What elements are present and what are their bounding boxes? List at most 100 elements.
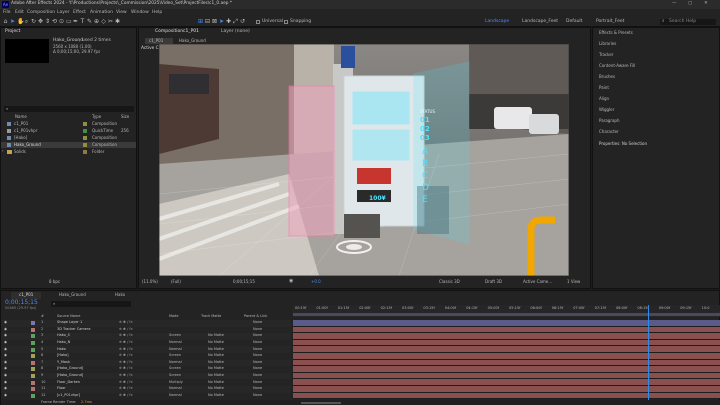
parent-dropdown[interactable]: None <box>253 347 262 352</box>
track-matte-dropdown[interactable]: No Matte <box>208 360 224 365</box>
work-area-bar[interactable] <box>293 313 720 316</box>
label-color[interactable] <box>31 360 35 365</box>
exposure-value[interactable]: +0.0 <box>311 280 321 284</box>
col-size[interactable]: Size <box>121 115 129 119</box>
menu-window[interactable]: Window <box>131 10 149 16</box>
label-color[interactable] <box>31 347 35 352</box>
eye-icon[interactable]: ◉ <box>4 374 7 378</box>
gizmo-icon[interactable]: ✚ <box>226 18 233 25</box>
view-axis-icon[interactable]: ⊠ <box>212 18 219 25</box>
label-color[interactable] <box>31 321 35 326</box>
mode-dropdown[interactable]: Screen <box>169 374 181 378</box>
table-row[interactable]: ◉ 6 [Hako] ⊕ ✱ / fx Screen No Matte None <box>1 353 291 360</box>
hand-tool-icon[interactable]: ✋ <box>17 18 24 25</box>
time-ruler[interactable]: 00:15f 01:00f 01:15f 02:00f 02:15f 03:00f 03:1… <box>293 305 720 317</box>
layer-duration-bar[interactable] <box>293 386 720 393</box>
parent-dropdown[interactable]: None <box>253 387 262 391</box>
menu-file[interactable]: File <box>3 10 11 16</box>
eye-icon[interactable]: ◉ <box>4 380 7 385</box>
track-matte-dropdown[interactable]: No Matte <box>208 334 224 338</box>
snapshot-icon[interactable]: ◉ <box>289 279 293 284</box>
table-row[interactable]: ◉ 1 Shape Layer 1 ⊕ ✱ / fx None <box>1 320 291 327</box>
mode-dropdown[interactable]: Normal <box>169 387 182 391</box>
track-matte-dropdown[interactable]: No Matte <box>208 380 224 385</box>
timeline-tab-c1[interactable]: c1_P01 <box>11 292 41 299</box>
pan-behind-icon[interactable]: ⊙ <box>59 18 66 25</box>
parent-dropdown[interactable]: None <box>253 341 262 345</box>
table-row[interactable]: ◉ 9 [Hako_Ground] ⊕ ✱ / fx Screen No Matte Non… <box>1 372 291 380</box>
col-parent-header[interactable]: Parent & Link <box>244 314 267 319</box>
mode-dropdown[interactable]: Normal <box>169 360 182 365</box>
track-matte-dropdown[interactable]: No Matte <box>208 347 224 352</box>
menu-edit[interactable]: Edit <box>15 10 24 16</box>
chevron-right-icon[interactable]: › <box>2 149 4 153</box>
panel-brushes[interactable]: Brushes <box>599 75 615 79</box>
project-tab[interactable]: Project <box>5 29 20 35</box>
eye-icon[interactable]: ◉ <box>4 354 7 358</box>
table-row[interactable]: ◉ 5 Hako ⊕ ✱ / fx Normal No Matte None <box>1 346 291 353</box>
label-color[interactable] <box>31 374 35 379</box>
pan-tool-icon[interactable]: ✥ <box>38 18 45 25</box>
menu-animation[interactable]: Animation <box>90 10 113 16</box>
mode-dropdown[interactable]: Normal <box>169 347 182 352</box>
menu-effect[interactable]: Effect <box>73 10 86 16</box>
bpc-button[interactable]: 8 bpc <box>49 280 60 284</box>
label-color[interactable] <box>31 354 35 359</box>
mode-dropdown[interactable]: Screen <box>169 354 181 358</box>
parent-dropdown[interactable]: None <box>253 393 262 398</box>
layer-duration-bar[interactable] <box>293 372 720 380</box>
parent-dropdown[interactable]: None <box>253 374 262 378</box>
mode-dropdown[interactable]: Normal <box>169 341 182 345</box>
viewer-timecode[interactable]: 0;00;15;15 <box>233 280 255 284</box>
layer-duration-bar[interactable] <box>293 379 720 386</box>
panel-paragraph[interactable]: Paragraph <box>599 119 620 123</box>
table-row[interactable]: ◉ 2 3D Tracker Camera ⊕ ✱ / fx None <box>1 326 291 334</box>
scale-gizmo-icon[interactable]: ⤢ <box>233 18 240 25</box>
views-dropdown[interactable]: 1 View <box>567 280 580 284</box>
table-row[interactable]: ◉ 3 Hako_S ⊕ ✱ / fx Screen No Matte None <box>1 333 291 340</box>
eye-icon[interactable]: ◉ <box>4 321 7 325</box>
zoom-tool-icon[interactable]: ⌕ <box>24 18 31 25</box>
label-color[interactable] <box>31 334 35 339</box>
track-matte-dropdown[interactable]: No Matte <box>208 387 224 391</box>
col-type[interactable]: Type <box>92 115 101 119</box>
eraser-tool-icon[interactable]: ◇ <box>101 18 108 25</box>
panel-character[interactable]: Character <box>599 130 619 134</box>
comp-tab-name[interactable]: c1_P01 <box>183 29 199 35</box>
label-color[interactable] <box>31 380 35 385</box>
parent-dropdown[interactable]: None <box>253 360 262 365</box>
layer-duration-bar[interactable] <box>293 346 720 353</box>
parent-dropdown[interactable]: None <box>253 334 262 338</box>
eye-icon[interactable]: ◉ <box>4 347 7 352</box>
universal-checkbox[interactable] <box>256 20 260 24</box>
layer-duration-bar[interactable] <box>293 392 720 400</box>
rotation-tool-icon[interactable]: ⟲ <box>52 18 59 25</box>
brush-tool-icon[interactable]: ✎ <box>87 18 94 25</box>
orbit-tool-icon[interactable]: ↻ <box>31 18 38 25</box>
label-color[interactable] <box>31 327 35 332</box>
renderer-dropdown[interactable]: Draft 3D <box>485 280 502 284</box>
eye-icon[interactable]: ◉ <box>4 360 7 365</box>
select-3d-icon[interactable]: ➤ <box>219 18 226 25</box>
table-row[interactable]: ◉ 12 [c1_P01vhpr] ⊕ ✱ / fx Normal No Matte Non… <box>1 392 291 400</box>
layer-tab[interactable]: Layer (none) <box>221 29 250 35</box>
parent-dropdown[interactable]: None <box>253 380 262 385</box>
rotate-gizmo-icon[interactable]: ↺ <box>240 18 247 25</box>
project-search[interactable]: ⌕ <box>4 106 134 112</box>
workspace-landscape[interactable]: Landscape <box>485 19 509 25</box>
dolly-tool-icon[interactable]: ⇕ <box>45 18 52 25</box>
layer-duration-bar[interactable] <box>293 359 720 367</box>
label-color[interactable] <box>31 387 35 392</box>
world-axis-icon[interactable]: ⊟ <box>205 18 212 25</box>
eye-icon[interactable]: ◉ <box>4 393 7 398</box>
local-axis-icon[interactable]: ⊞ <box>198 18 205 25</box>
panel-content-aware-fill[interactable]: Content-Aware Fill <box>599 64 635 68</box>
track-matte-dropdown[interactable]: No Matte <box>208 354 224 358</box>
roto-tool-icon[interactable]: ✂ <box>108 18 115 25</box>
composition-viewer[interactable]: STATUS 01 02 03 A B C D E 100¥ <box>159 44 569 276</box>
home-icon[interactable]: ⌂ <box>3 18 10 25</box>
menu-help[interactable]: Help <box>152 10 162 16</box>
mode-dropdown[interactable]: Screen <box>169 367 181 371</box>
eye-icon[interactable]: ◉ <box>4 387 7 391</box>
menu-composition[interactable]: Composition <box>27 10 55 16</box>
